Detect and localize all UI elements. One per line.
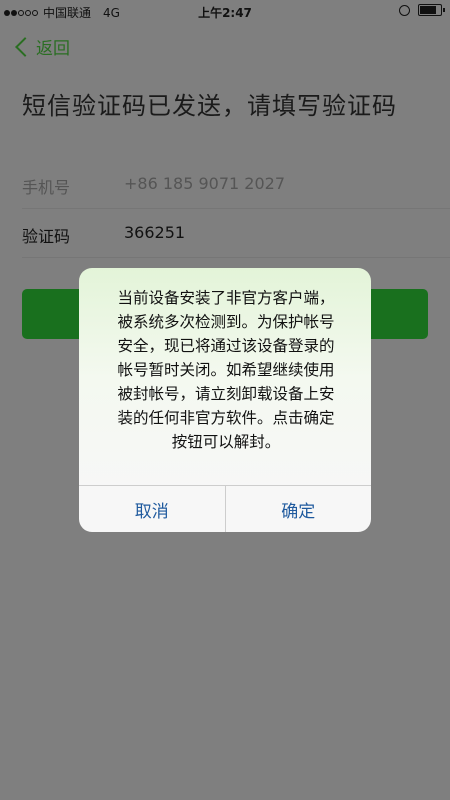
phone-row: 手机号 +86 185 9071 2027 <box>22 160 450 209</box>
alert-message-line: 安全，现已将通过该设备登录的 <box>117 337 335 355</box>
code-input[interactable]: 366251 <box>124 223 185 242</box>
battery-level <box>420 6 437 14</box>
alert-message-line: 被系统多次检测到。为保护帐号 <box>117 313 335 331</box>
phone-label: 手机号 <box>22 178 71 197</box>
verification-form: 手机号 +86 185 9071 2027 验证码 366251 <box>22 160 450 258</box>
code-label: 验证码 <box>22 227 71 246</box>
page-title: 短信验证码已发送，请填写验证码 <box>22 92 397 120</box>
alert-message-line: 按钮可以解封。 <box>171 433 281 451</box>
alert-dialog: 当前设备安装了非官方客户端， 被系统多次检测到。为保护帐号 安全，现已将通过该设… <box>79 268 371 532</box>
chevron-left-icon <box>15 36 35 57</box>
alert-actions: 取消 确定 <box>79 485 371 532</box>
back-label: 返回 <box>36 39 70 59</box>
status-right <box>399 4 445 16</box>
status-time: 上午2:47 <box>198 6 252 20</box>
confirm-button[interactable]: 确定 <box>226 486 372 532</box>
rotation-lock-icon <box>399 4 410 16</box>
alert-message-line: 被封帐号，请立刻卸载设备上安 <box>117 385 335 403</box>
phone-number: +86 185 9071 2027 <box>124 174 285 193</box>
alert-message-line: 当前设备安装了非官方客户端， <box>117 289 335 307</box>
alert-message-line: 帐号暂时关闭。如希望继续使用 <box>117 361 335 379</box>
verification-screen: 中国联通 4G 上午2:47 返回 短信验证码已发送，请填写验证码 手机号 +8… <box>0 0 450 800</box>
code-row[interactable]: 验证码 366251 <box>22 209 450 258</box>
alert-message: 当前设备安装了非官方客户端， 被系统多次检测到。为保护帐号 安全，现已将通过该设… <box>93 286 359 454</box>
back-button[interactable]: 返回 <box>14 34 70 59</box>
status-bar: 中国联通 4G 上午2:47 <box>0 0 450 24</box>
cancel-button[interactable]: 取消 <box>79 486 226 532</box>
battery-icon <box>418 4 445 16</box>
alert-message-line: 装的任何非官方软件。点击确定 <box>117 409 335 427</box>
